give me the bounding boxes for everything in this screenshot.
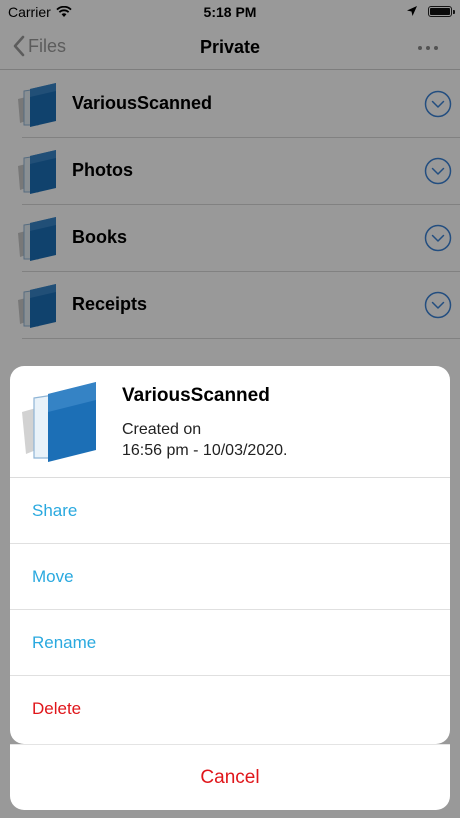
move-button[interactable]: Move	[10, 544, 450, 610]
action-sheet-title: VariousScanned	[122, 385, 270, 406]
cancel-button[interactable]: Cancel	[10, 744, 450, 810]
rename-button[interactable]: Rename	[10, 610, 450, 676]
screen: Carrier 5:18 PM Files Private VariousSca…	[0, 0, 460, 818]
share-button[interactable]: Share	[10, 478, 450, 544]
action-sheet-header: VariousScanned Created on 16:56 pm - 10/…	[10, 366, 450, 478]
delete-button[interactable]: Delete	[10, 676, 450, 742]
action-sheet-subtitle: Created on	[122, 421, 202, 438]
folder-icon	[22, 382, 96, 462]
action-sheet-created-date: 16:56 pm - 10/03/2020.	[122, 442, 288, 459]
action-sheet: VariousScanned Created on 16:56 pm - 10/…	[10, 366, 450, 744]
